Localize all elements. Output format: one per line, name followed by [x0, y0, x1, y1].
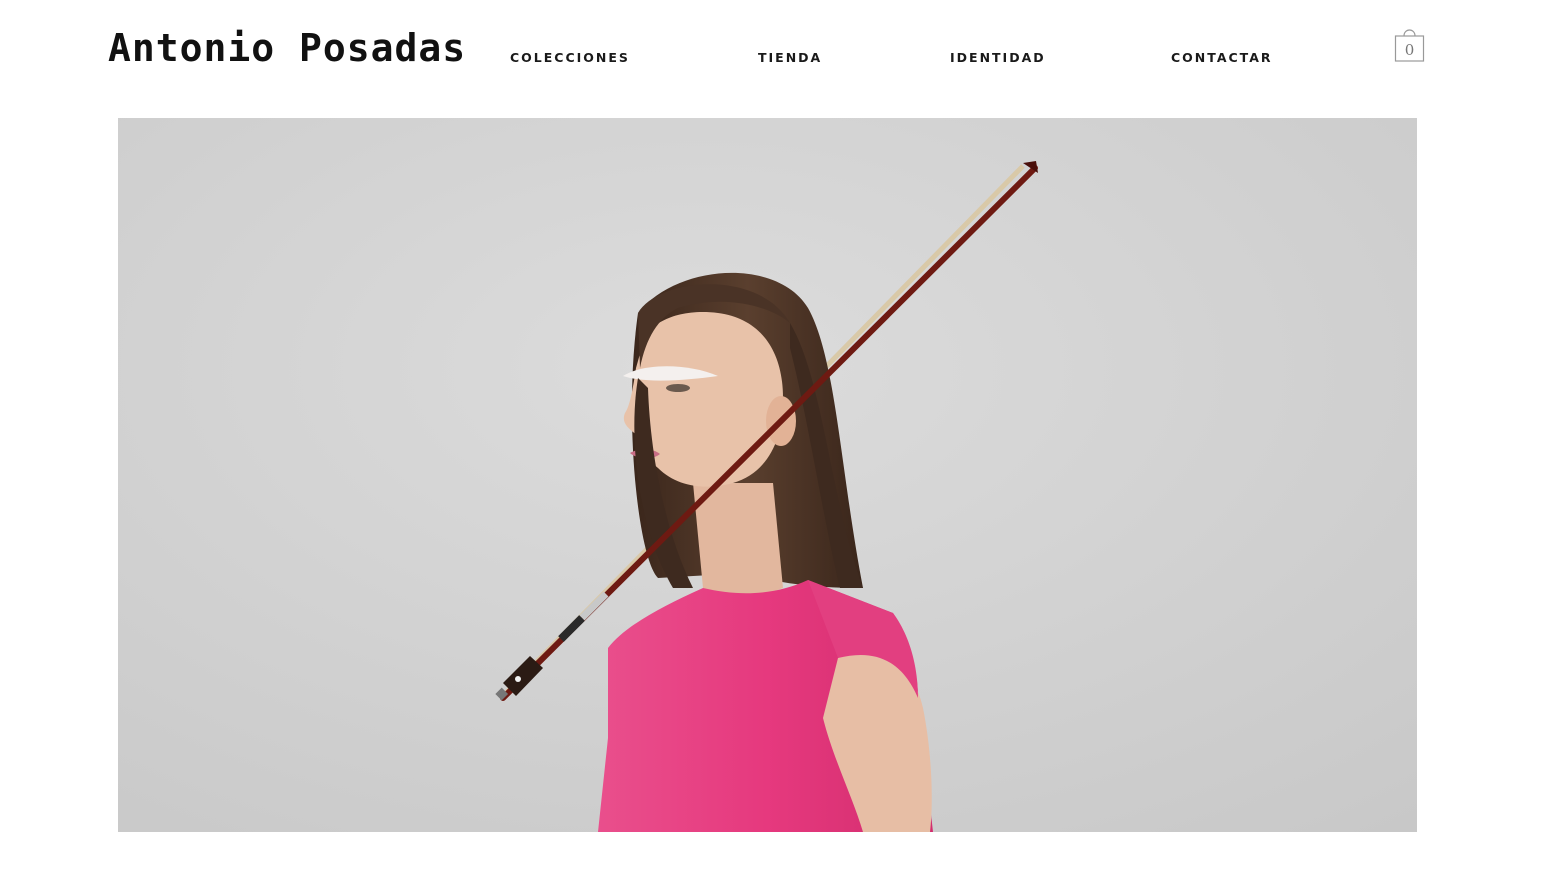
site-header: Antonio Posadas COLECCIONES TIENDA IDENT…	[0, 0, 1557, 110]
nav-item-colecciones[interactable]: COLECCIONES	[510, 50, 630, 66]
site-logo[interactable]: Antonio Posadas	[108, 26, 466, 70]
cart-button[interactable]: 0	[1394, 24, 1425, 63]
cart-count: 0	[1404, 41, 1415, 59]
nav-item-contactar[interactable]: CONTACTAR	[1171, 50, 1273, 66]
hero-image	[118, 118, 1417, 832]
nav-item-identidad[interactable]: IDENTIDAD	[950, 50, 1046, 66]
nav-item-tienda[interactable]: TIENDA	[758, 50, 822, 66]
model-with-violin-bow-photo	[118, 118, 1417, 832]
